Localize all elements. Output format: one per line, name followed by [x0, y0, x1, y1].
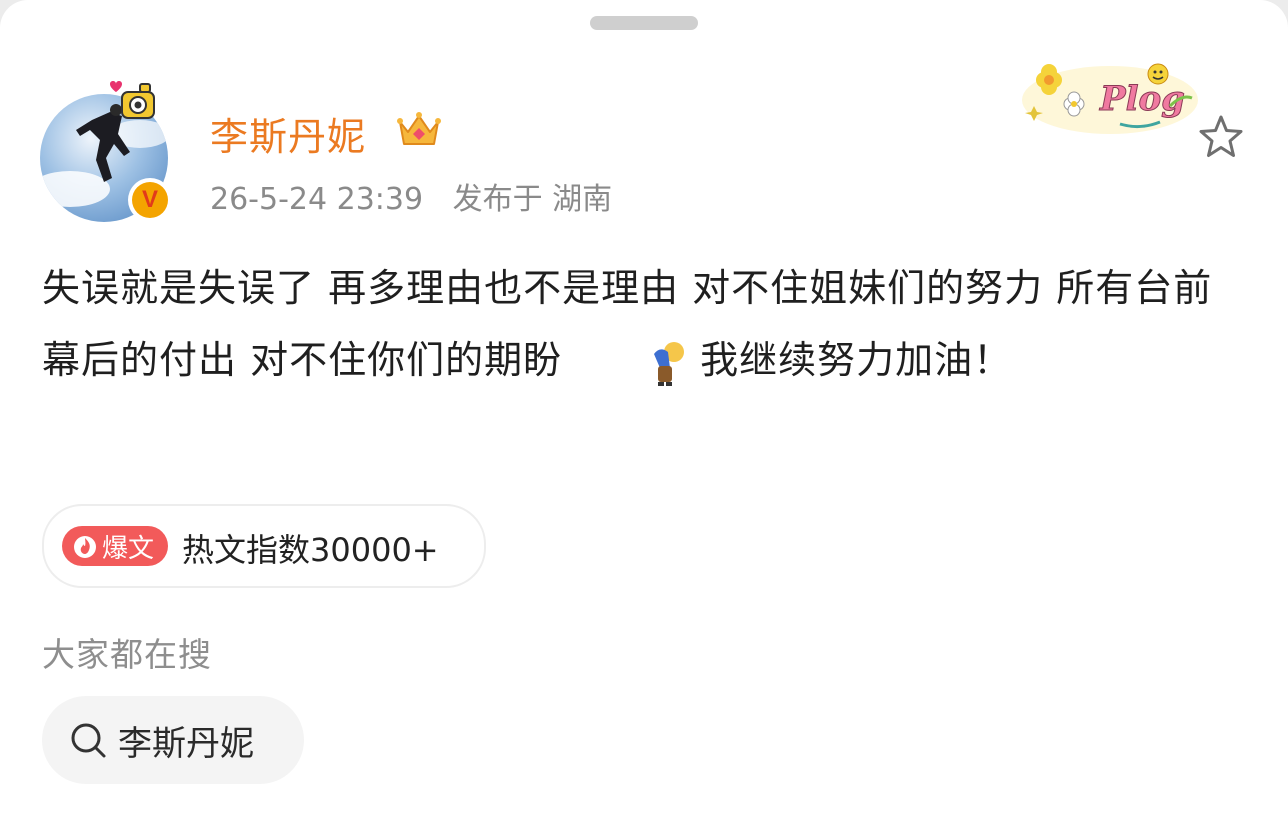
post-location: 发布于 湖南 — [452, 182, 613, 217]
bowing-person-emoji — [654, 341, 685, 386]
trending-search-heading: 大家都在搜 — [42, 635, 212, 674]
flame-icon — [74, 536, 96, 558]
verified-badge: V — [128, 178, 172, 222]
search-chip-label: 李斯丹妮 — [118, 724, 254, 764]
plog-label: Plog — [1099, 79, 1185, 119]
post-text-part1: 失误就是失误了 再多理由也不是理由 对不住姐妹们的努力 所有台前幕后的付出 对不… — [42, 266, 1213, 382]
plog-sticker[interactable]: Plog — [1020, 58, 1200, 138]
post-text-part2: 我继续努力加油！ — [700, 338, 1013, 382]
post-body: 失误就是失误了 再多理由也不是理由 对不住姐妹们的努力 所有台前幕后的付出 对不… — [42, 252, 1242, 396]
crown-icon[interactable] — [396, 110, 442, 150]
search-suggestion-chip[interactable]: 李斯丹妮 — [42, 696, 304, 784]
search-icon — [71, 723, 106, 758]
post-detail-sheet: V 李斯丹妮 26-5-24 23:39 发布于 湖南 Plog 失误就是失误了… — [0, 0, 1288, 835]
camera-sticker — [110, 81, 155, 119]
author-name[interactable]: 李斯丹妮 — [210, 106, 366, 161]
hot-tag-label: 爆文 — [102, 533, 155, 564]
star-icon[interactable] — [1196, 112, 1246, 162]
post-time: 26-5-24 23:39 — [210, 182, 424, 217]
hot-tag: 爆文 — [62, 526, 168, 566]
hot-index-pill[interactable]: 爆文 热文指数30000+ — [42, 504, 486, 588]
post-meta: 26-5-24 23:39 发布于 湖南 — [210, 174, 612, 218]
verified-v-icon: V — [132, 182, 168, 218]
drag-handle[interactable] — [590, 16, 698, 30]
hot-index-text: 热文指数30000+ — [182, 531, 439, 569]
